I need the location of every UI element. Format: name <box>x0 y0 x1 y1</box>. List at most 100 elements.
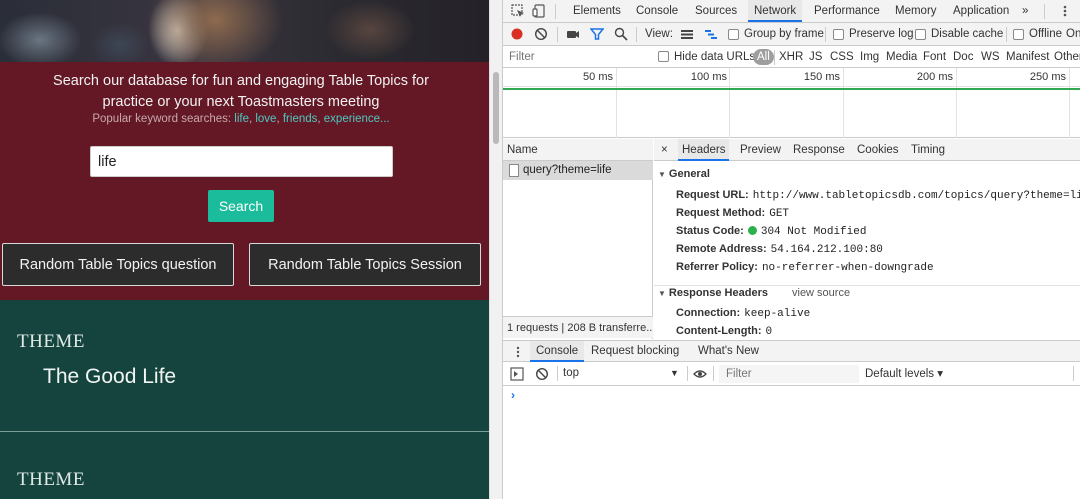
response-headers-section-toggle[interactable]: ▼ Response Headers view source <box>658 287 958 299</box>
hero-description-line2: practice or your next Toastmasters meeti… <box>102 94 380 110</box>
execution-context-value: top <box>563 367 579 379</box>
toolbar-separator <box>1044 4 1045 19</box>
filter-type-ws[interactable]: WS <box>981 46 1000 68</box>
search-button[interactable]: Search <box>208 190 274 222</box>
network-filter-input[interactable] <box>503 48 648 65</box>
keyword-link-experience[interactable]: experience... <box>324 113 390 125</box>
theme-card[interactable]: THEME <box>0 432 489 499</box>
more-tabs-chevron[interactable]: » <box>1022 0 1028 22</box>
expand-triangle-icon: ▼ <box>658 170 666 179</box>
waterfall-overview-icon[interactable] <box>704 27 718 41</box>
filter-type-img[interactable]: Img <box>860 46 879 68</box>
drawer-tab-whats-new[interactable]: What's New <box>698 341 759 362</box>
timeline-tick-label: 250 ms <box>1029 71 1066 83</box>
request-list-header[interactable]: Name <box>503 139 653 161</box>
request-name: query?theme=life <box>523 164 612 176</box>
theme-card[interactable]: THEME The Good Life <box>0 300 489 431</box>
large-rows-icon[interactable] <box>680 27 694 41</box>
filter-funnel-icon[interactable] <box>590 27 604 41</box>
log-levels-dropdown[interactable]: Default levels ▾ <box>865 362 943 386</box>
filter-type-media[interactable]: Media <box>886 46 917 68</box>
preserve-log-checkbox[interactable] <box>833 29 844 40</box>
tab-console[interactable]: Console <box>636 0 678 22</box>
inspect-element-icon[interactable] <box>511 4 525 18</box>
page-scrollbar-thumb[interactable] <box>493 72 499 144</box>
toolbar-separator <box>1073 366 1074 381</box>
timeline-tick-label: 100 ms <box>690 71 727 83</box>
device-toolbar-icon[interactable] <box>532 4 546 18</box>
drawer-tab-request-blocking[interactable]: Request blocking <box>591 341 679 362</box>
network-timeline-overview[interactable]: 50 ms 100 ms 150 ms 200 ms 250 ms <box>503 68 1080 138</box>
filter-type-xhr[interactable]: XHR <box>779 46 803 68</box>
filter-type-font[interactable]: Font <box>923 46 946 68</box>
header-row-request-url: Request URL: http://www.tabletopicsdb.com… <box>676 189 1080 202</box>
record-icon[interactable] <box>510 27 524 41</box>
keyword-link-love[interactable]: love <box>255 113 276 125</box>
close-detail-icon[interactable]: × <box>661 139 668 161</box>
kebab-menu-icon[interactable] <box>1058 4 1072 18</box>
filter-type-doc[interactable]: Doc <box>953 46 973 68</box>
tab-elements[interactable]: Elements <box>573 0 621 22</box>
timeline-gridline <box>616 68 617 138</box>
tab-performance[interactable]: Performance <box>814 0 880 22</box>
offline-label: Offline <box>1029 28 1063 40</box>
live-expression-eye-icon[interactable] <box>693 367 707 381</box>
random-question-button[interactable]: Random Table Topics question <box>2 243 234 286</box>
page-scrollbar[interactable] <box>489 0 502 499</box>
search-icon[interactable] <box>614 27 628 41</box>
expand-triangle-icon: ▼ <box>658 289 666 298</box>
tab-response[interactable]: Response <box>793 139 845 161</box>
toolbar-separator <box>636 27 637 42</box>
request-detail-pane: × Headers Preview Response Cookies Timin… <box>654 139 1080 339</box>
tab-cookies[interactable]: Cookies <box>857 139 899 161</box>
theme-title[interactable]: The Good Life <box>43 365 176 389</box>
search-input[interactable] <box>90 146 393 177</box>
console-filter-input[interactable] <box>719 365 859 383</box>
disable-cache-checkbox[interactable] <box>915 29 926 40</box>
group-by-frame-checkbox[interactable] <box>728 29 739 40</box>
toolbar-separator <box>557 27 558 42</box>
console-sidebar-icon[interactable] <box>510 367 524 381</box>
clear-console-icon[interactable] <box>535 367 549 381</box>
filter-type-manifest[interactable]: Manifest <box>1006 46 1049 68</box>
keyword-link-friends[interactable]: friends <box>283 113 318 125</box>
tab-application[interactable]: Application <box>953 0 1009 22</box>
tab-preview[interactable]: Preview <box>740 139 781 161</box>
drawer-menu-icon[interactable] <box>511 345 525 359</box>
console-prompt-icon[interactable]: › <box>511 388 515 402</box>
view-source-link[interactable]: view source <box>792 287 850 299</box>
offline-checkbox[interactable] <box>1013 29 1024 40</box>
tab-sources[interactable]: Sources <box>695 0 737 22</box>
detail-tabs: × Headers Preview Response Cookies Timin… <box>654 139 1080 161</box>
drawer-tab-console[interactable]: Console <box>530 341 585 362</box>
toolbar-separator <box>1006 27 1007 42</box>
filter-type-other[interactable]: Other <box>1054 46 1080 68</box>
general-section-toggle[interactable]: ▼ General <box>658 168 710 180</box>
popular-searches: Popular keyword searches: life, love, fr… <box>92 113 390 125</box>
execution-context-select[interactable]: top ▼ <box>563 364 683 383</box>
filter-type-js[interactable]: JS <box>809 46 822 68</box>
drawer-tabs: Console Request blocking What's New <box>503 340 1080 362</box>
hero-description-line1: Search our database for fun and engaging… <box>53 73 429 89</box>
tab-timing[interactable]: Timing <box>911 139 945 161</box>
hide-data-urls-checkbox[interactable] <box>658 51 669 62</box>
filter-type-css[interactable]: CSS <box>830 46 854 68</box>
screenshot-camera-icon[interactable] <box>566 27 580 41</box>
keyword-link-life[interactable]: life <box>234 113 249 125</box>
request-row[interactable]: query?theme=life <box>503 161 653 180</box>
filter-type-all[interactable]: All <box>753 49 774 65</box>
theme-label: THEME <box>17 469 85 490</box>
timeline-gridline <box>729 68 730 138</box>
clear-icon[interactable] <box>534 27 548 41</box>
online-throttle-select[interactable]: On <box>1066 23 1080 45</box>
random-session-button[interactable]: Random Table Topics Session <box>249 243 481 286</box>
timeline-request-bar <box>503 88 1080 90</box>
tab-headers[interactable]: Headers <box>678 139 730 161</box>
tab-network[interactable]: Network <box>748 0 803 22</box>
request-list: Name query?theme=life 1 requests | 208 B… <box>503 139 653 339</box>
website-viewport: Search our database for fun and engaging… <box>0 0 489 499</box>
timeline-gridline <box>843 68 844 138</box>
general-section-title: General <box>668 168 710 180</box>
header-value: 54.164.212.100:80 <box>770 244 883 256</box>
tab-memory[interactable]: Memory <box>895 0 937 22</box>
